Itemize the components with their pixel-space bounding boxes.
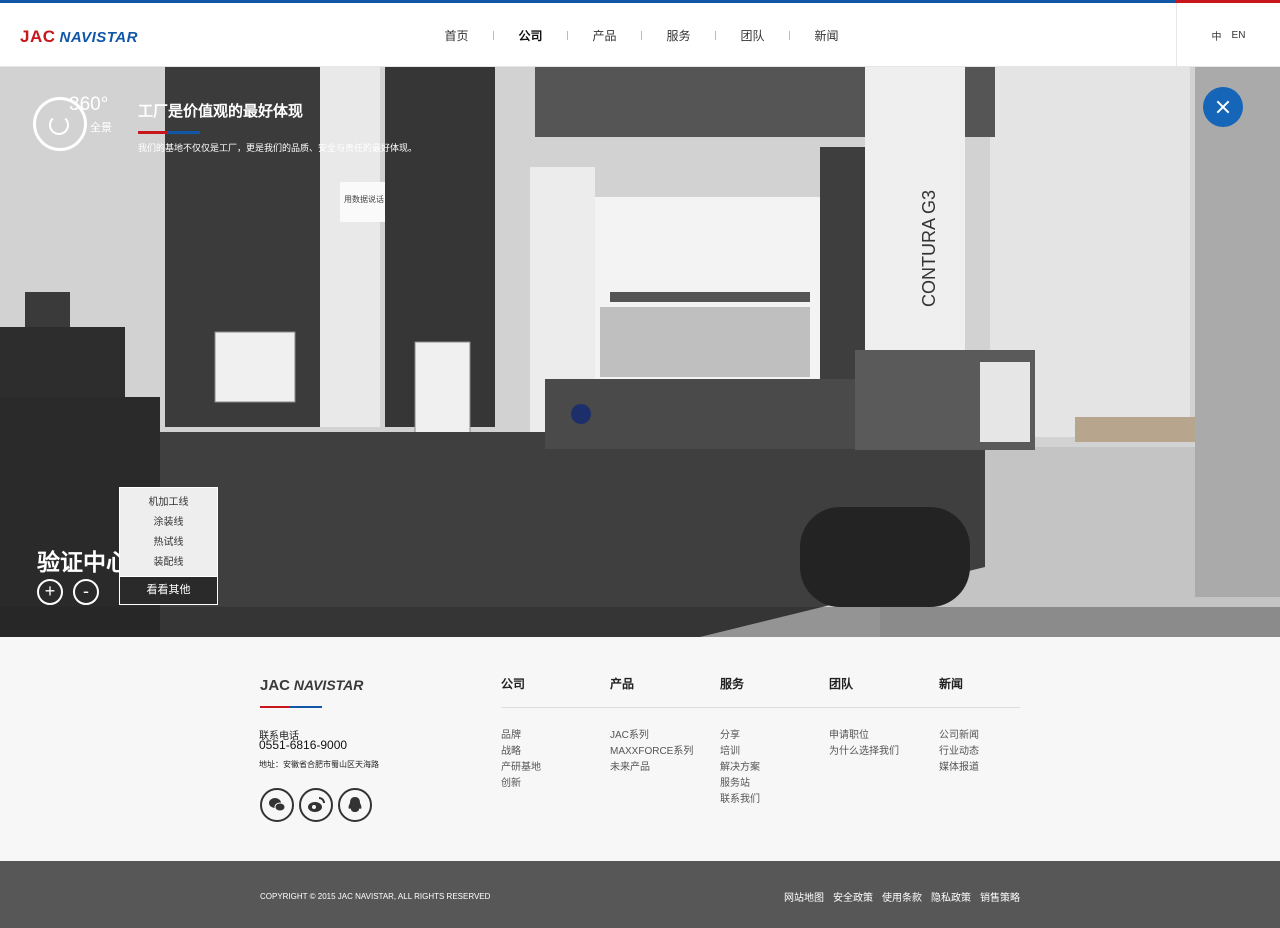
- nav-item-products[interactable]: 产品: [568, 27, 641, 44]
- phone-number: 0551-6816-9000: [259, 738, 348, 752]
- lang-en[interactable]: EN: [1232, 30, 1246, 41]
- footer-logo[interactable]: JAC NAVISTAR: [260, 677, 363, 694]
- footer-column-service: 服务 分享 培训 解决方案 服务站 联系我们: [720, 675, 760, 808]
- footer: JAC NAVISTAR 联系电话 0551-6816-9000 地址：安徽省合…: [0, 637, 1280, 861]
- nav-item-company[interactable]: 公司: [494, 27, 567, 44]
- close-icon[interactable]: [1203, 87, 1243, 127]
- main-nav: 首页 公司 产品 服务 团队 新闻: [420, 3, 863, 67]
- footer-column-title: 产品: [610, 677, 635, 691]
- line-menu-item[interactable]: 涂装线: [120, 513, 217, 533]
- hero-heading: 工厂是价值观的最好体现 我们的基地不仅仅是工厂，更是我们的品质、安全与责任的最好…: [138, 100, 417, 154]
- site-header: JAC NAVISTAR 首页 公司 产品 服务 团队 新闻 中 EN: [0, 3, 1280, 67]
- footer-link[interactable]: 未来产品: [610, 760, 693, 776]
- footer-column-title: 团队: [829, 677, 854, 691]
- pano-degree: 360°: [69, 94, 109, 115]
- footer-column-title: 公司: [501, 677, 526, 691]
- zoom-out-button[interactable]: -: [73, 579, 99, 605]
- footer-link[interactable]: 分享: [720, 728, 760, 744]
- footer-link[interactable]: 申请职位: [829, 728, 899, 744]
- footer-link[interactable]: 战略: [501, 744, 541, 760]
- footer-link[interactable]: 创新: [501, 776, 541, 792]
- footer-link[interactable]: 培训: [720, 744, 760, 760]
- wall-sign-text: 用数据说话: [344, 194, 384, 204]
- logo-jac: JAC: [20, 27, 56, 46]
- line-menu-item[interactable]: 热试线: [120, 533, 217, 553]
- nav-item-home[interactable]: 首页: [420, 27, 493, 44]
- footer-logo-navistar: NAVISTAR: [293, 677, 364, 693]
- copyright-text: COPYRIGHT © 2015 JAC NAVISTAR, ALL RIGHT…: [260, 892, 491, 901]
- weibo-icon[interactable]: [299, 788, 333, 822]
- footer-logo-underline: [260, 706, 322, 708]
- zoom-in-button[interactable]: +: [37, 579, 63, 605]
- footer-link[interactable]: 为什么选择我们: [829, 744, 899, 760]
- footer-link[interactable]: JAC系列: [610, 728, 693, 744]
- footer-link[interactable]: 服务站: [720, 776, 760, 792]
- footer-link[interactable]: 媒体报道: [939, 760, 979, 776]
- legal-link-sitemap[interactable]: 网站地图: [784, 889, 824, 904]
- panorama-360-badge: 360° 全景: [33, 94, 123, 157]
- footer-column-company: 公司 品牌 战略 产研基地 创新: [501, 675, 541, 792]
- see-others-button[interactable]: 看看其他: [119, 576, 218, 605]
- footer-column-title: 服务: [720, 677, 745, 691]
- line-menu: 机加工线 涂装线 热试线 装配线 看看其他: [119, 487, 218, 605]
- pano-label: 全景: [90, 122, 112, 134]
- legal-link-security[interactable]: 安全政策: [833, 889, 873, 904]
- footer-link[interactable]: 品牌: [501, 728, 541, 744]
- footer-link[interactable]: MAXXFORCE系列: [610, 744, 693, 760]
- legal-bar: COPYRIGHT © 2015 JAC NAVISTAR, ALL RIGHT…: [0, 861, 1280, 928]
- hero-title: 工厂是价值观的最好体现: [138, 103, 304, 120]
- footer-link[interactable]: 解决方案: [720, 760, 760, 776]
- wechat-icon[interactable]: [260, 788, 294, 822]
- footer-link[interactable]: 产研基地: [501, 760, 541, 776]
- line-menu-item[interactable]: 装配线: [120, 553, 217, 573]
- hero-title-underline: [138, 131, 200, 134]
- machine-brand-text: CONTURA G3: [919, 190, 939, 307]
- footer-column-news: 新闻 公司新闻 行业动态 媒体报道: [939, 675, 979, 776]
- legal-link-privacy[interactable]: 隐私政策: [931, 889, 971, 904]
- panorama-viewer[interactable]: CONTURA G3 用数据说话 360° 全景 工厂是价值观的最好体现 我们的…: [0, 67, 1280, 637]
- footer-column-title: 新闻: [939, 677, 964, 691]
- footer-link[interactable]: 行业动态: [939, 744, 979, 760]
- legal-links: 网站地图 安全政策 使用条款 隐私政策 销售策略: [775, 889, 1020, 904]
- nav-item-team[interactable]: 团队: [716, 27, 789, 44]
- legal-link-sales[interactable]: 销售策略: [980, 889, 1020, 904]
- lang-zh[interactable]: 中: [1212, 28, 1222, 43]
- footer-column-team: 团队 申请职位 为什么选择我们: [829, 675, 899, 760]
- footer-logo-jac: JAC: [260, 677, 291, 694]
- logo-navistar: NAVISTAR: [59, 29, 138, 46]
- footer-column-products: 产品 JAC系列 MAXXFORCE系列 未来产品: [610, 675, 693, 776]
- line-menu-item[interactable]: 机加工线: [120, 493, 217, 513]
- legal-link-terms[interactable]: 使用条款: [882, 889, 922, 904]
- hero-subtitle: 我们的基地不仅仅是工厂，更是我们的品质、安全与责任的最好体现。: [138, 143, 418, 153]
- rotate-arrow-icon: [49, 115, 69, 135]
- qq-icon[interactable]: [338, 788, 372, 822]
- language-switcher: 中 EN: [1176, 3, 1280, 67]
- area-title: 验证中心: [37, 549, 129, 575]
- nav-item-service[interactable]: 服务: [642, 27, 715, 44]
- footer-link[interactable]: 公司新闻: [939, 728, 979, 744]
- logo[interactable]: JAC NAVISTAR: [20, 27, 138, 47]
- address: 地址：安徽省合肥市蜀山区天海路: [259, 760, 379, 769]
- nav-item-news[interactable]: 新闻: [790, 27, 863, 44]
- footer-link[interactable]: 联系我们: [720, 792, 760, 808]
